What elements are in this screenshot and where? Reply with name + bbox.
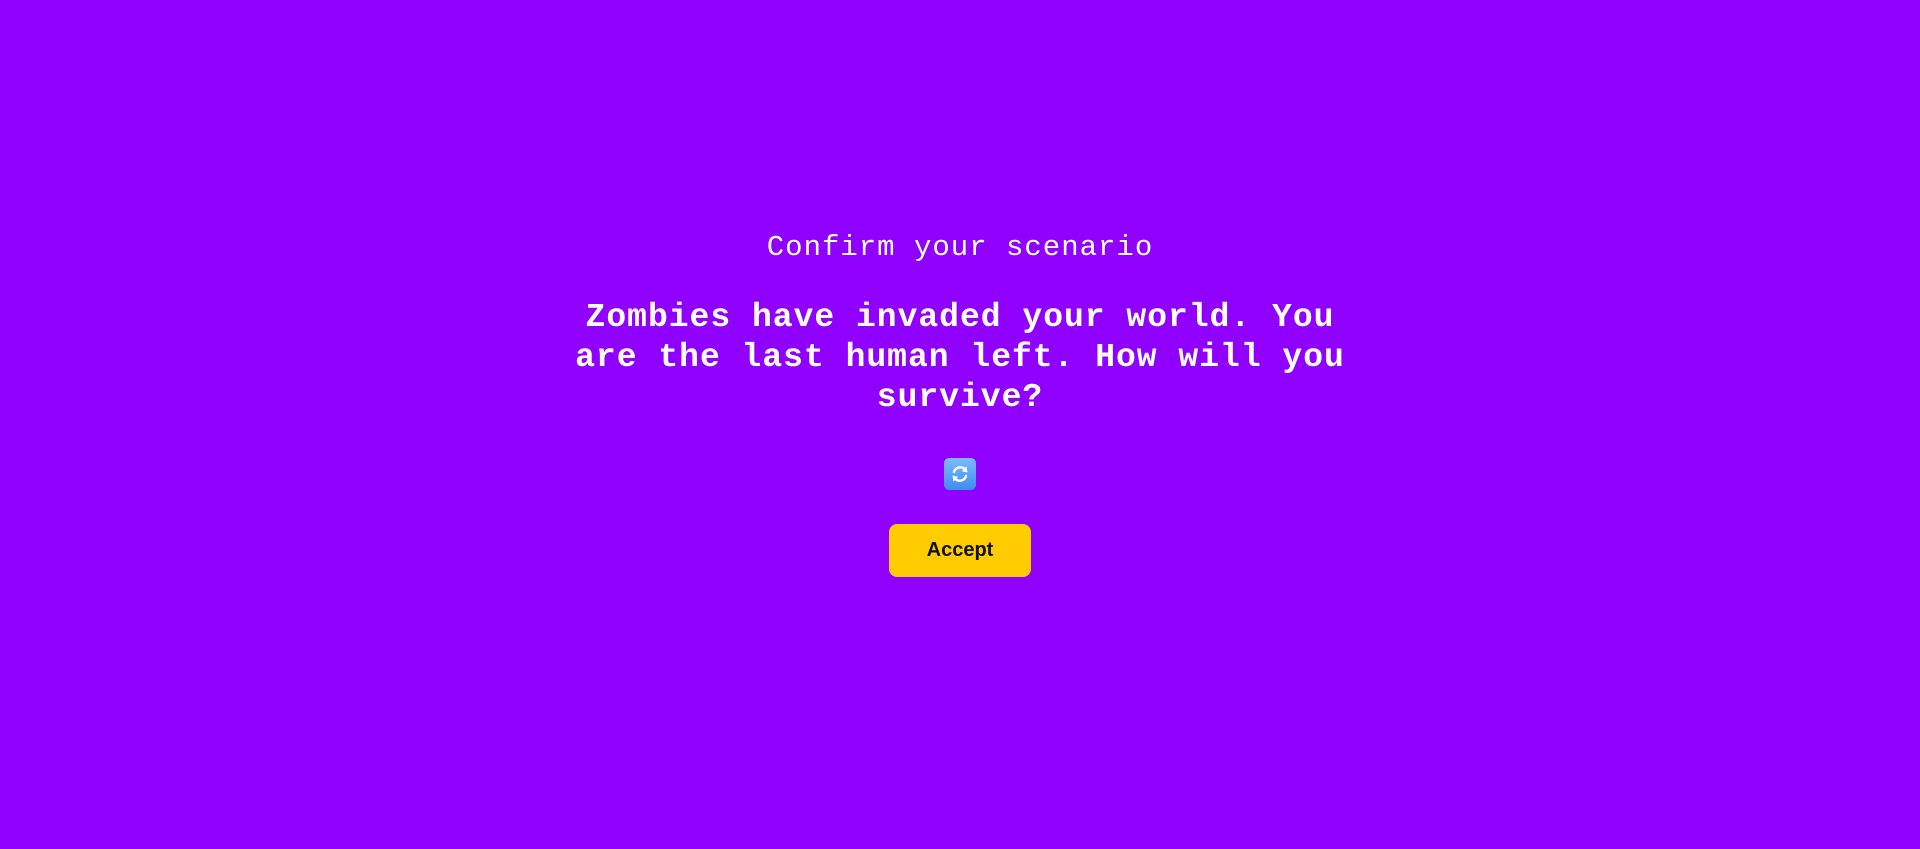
refresh-icon — [949, 463, 971, 485]
confirm-panel: Confirm your scenario Zombies have invad… — [0, 228, 1920, 577]
page-title: Confirm your scenario — [766, 231, 1154, 264]
refresh-scenario-button[interactable] — [944, 458, 976, 490]
confirm-screen: Confirm your scenario Zombies have invad… — [0, 0, 1920, 849]
scenario-text: Zombies have invaded your world. You are… — [575, 299, 1345, 416]
accept-button[interactable]: Accept — [889, 524, 1031, 577]
